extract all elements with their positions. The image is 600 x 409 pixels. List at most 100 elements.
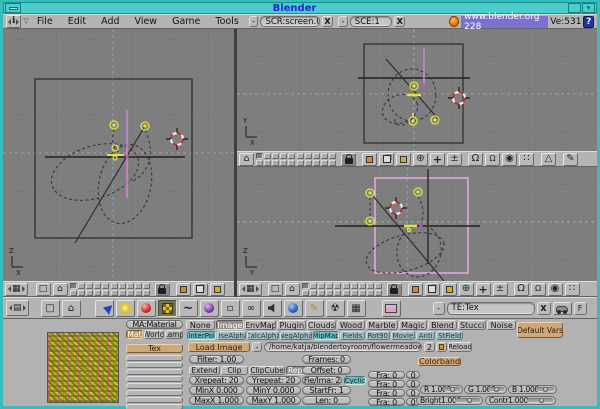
- pivot-mode-button[interactable]: [210, 283, 225, 296]
- draw-type-button[interactable]: [379, 153, 394, 166]
- default-vars-button[interactable]: Default Vars: [517, 322, 563, 338]
- layer-toggle[interactable]: [367, 290, 374, 296]
- type-marble-button[interactable]: Marble: [366, 320, 397, 330]
- opt-rot90-toggle[interactable]: Rot90: [366, 331, 390, 340]
- type-magic-button[interactable]: Magic: [399, 320, 428, 330]
- image-buttons-icon[interactable]: ▦: [347, 300, 366, 317]
- miny-field[interactable]: MinY 0.000: [246, 386, 301, 395]
- screen-delete-button[interactable]: X: [322, 16, 333, 27]
- menu-file[interactable]: File: [37, 16, 53, 27]
- startfr-field[interactable]: StartFr: 1: [302, 386, 351, 395]
- material-buttons-icon[interactable]: [137, 300, 156, 317]
- pack-image-button[interactable]: [436, 342, 447, 352]
- material-name-field[interactable]: MA:Material: [126, 320, 183, 329]
- layer-toggle[interactable]: [359, 283, 366, 289]
- rotate-view-button[interactable]: Ω: [514, 283, 529, 296]
- fullscreen-button[interactable]: □: [41, 300, 60, 317]
- layer-toggle[interactable]: [102, 283, 109, 289]
- sound-buttons-icon[interactable]: [263, 300, 282, 317]
- cyclic-toggle[interactable]: Cyclic: [344, 376, 366, 385]
- layer-toggle[interactable]: [343, 290, 350, 296]
- layer-toggle[interactable]: [310, 290, 317, 296]
- texture-slot[interactable]: [126, 355, 183, 361]
- minx-field[interactable]: MinX 0.000: [189, 386, 244, 395]
- contr-slider[interactable]: Contr1.000: [485, 396, 556, 405]
- layer-toggle[interactable]: [264, 160, 271, 166]
- rotate-view-button[interactable]: Ω: [468, 153, 483, 166]
- global-view-button[interactable]: ⊕: [459, 283, 474, 296]
- layer-toggle[interactable]: [272, 160, 279, 166]
- len-field[interactable]: Len: 0: [302, 396, 351, 405]
- xrepeat-field[interactable]: Xrepeat: 20: [189, 376, 244, 385]
- individual-centers-button[interactable]: ∷: [565, 283, 580, 296]
- opt-usealpha-toggle[interactable]: UseAlpha: [217, 331, 246, 340]
- layer-toggle[interactable]: [302, 290, 309, 296]
- layer-toggle[interactable]: [375, 290, 382, 296]
- texture-delete-button[interactable]: X: [537, 302, 551, 315]
- type-noise-button[interactable]: Noise: [487, 320, 516, 330]
- fra-field-4[interactable]: Fra: 0: [368, 398, 405, 406]
- fra-sta-2[interactable]: 0: [406, 380, 420, 388]
- layer-toggle[interactable]: [313, 160, 320, 166]
- proportional-edit-button[interactable]: △: [541, 153, 556, 166]
- layer-toggle[interactable]: [256, 160, 263, 166]
- texture-buttons-icon[interactable]: [158, 300, 177, 317]
- layer-toggle[interactable]: [127, 290, 134, 296]
- layer-toggle[interactable]: [78, 283, 85, 289]
- scene-buttons-icon[interactable]: [284, 300, 303, 317]
- layer-toggle[interactable]: [329, 160, 336, 166]
- zoom-button[interactable]: ±: [447, 153, 462, 166]
- layer-buttons[interactable]: [256, 153, 295, 166]
- fra-sta-1[interactable]: 0: [406, 371, 420, 379]
- r-slider[interactable]: R 1.000: [420, 385, 463, 394]
- layer-toggle[interactable]: [70, 290, 77, 296]
- draw-type-button[interactable]: [193, 283, 208, 296]
- layer-toggle[interactable]: [297, 153, 304, 159]
- bright-slider[interactable]: Bright1.000: [416, 396, 483, 405]
- layer-toggle[interactable]: [329, 153, 336, 159]
- type-envmap-button[interactable]: EnvMap: [245, 320, 276, 330]
- layer-toggle[interactable]: [78, 290, 85, 296]
- ipo-buttons-icon[interactable]: ~: [179, 300, 198, 317]
- texture-slot[interactable]: [126, 397, 183, 403]
- window-type-3d-button[interactable]: ▦: [5, 283, 28, 296]
- layer-toggle[interactable]: [313, 153, 320, 159]
- layer-buttons-2[interactable]: [297, 153, 336, 166]
- fake-user-button[interactable]: F: [574, 302, 587, 315]
- global-view-button[interactable]: ⊕: [413, 153, 428, 166]
- layer-toggle[interactable]: [143, 290, 150, 296]
- layer-toggle[interactable]: [326, 283, 333, 289]
- pivot-mode-button[interactable]: [442, 283, 457, 296]
- layer-toggle[interactable]: [135, 290, 142, 296]
- layer-toggle[interactable]: [143, 283, 150, 289]
- edit-buttons-icon[interactable]: ▫: [221, 300, 240, 317]
- texture-slot[interactable]: [126, 404, 183, 409]
- offset-field[interactable]: Offset: 0: [302, 366, 351, 375]
- view-buttons-icon[interactable]: [95, 300, 114, 317]
- layer-toggle[interactable]: [351, 283, 358, 289]
- layer-toggle[interactable]: [127, 283, 134, 289]
- radiosity-buttons-icon[interactable]: ☢: [326, 300, 345, 317]
- viewport-top-canvas[interactable]: Y X: [237, 29, 597, 151]
- type-stucci-button[interactable]: Stucci: [458, 320, 487, 330]
- opt-movie-toggle[interactable]: Movie: [391, 331, 415, 340]
- opt-negalpha-toggle[interactable]: NegAlpha: [280, 331, 312, 340]
- texture-slot[interactable]: [126, 390, 183, 396]
- opt-fields-toggle[interactable]: Fields: [340, 331, 364, 340]
- layer-toggle[interactable]: [375, 283, 382, 289]
- layer-toggle[interactable]: [86, 290, 93, 296]
- layer-toggle[interactable]: [305, 153, 312, 159]
- layer-buttons[interactable]: [70, 283, 109, 296]
- viewport-side-canvas[interactable]: Z Y: [237, 167, 597, 281]
- fra-field-3[interactable]: Fra: 0: [368, 389, 405, 397]
- lamp-buttons-icon[interactable]: [116, 300, 135, 317]
- scene-name-field[interactable]: SCE:1: [350, 16, 392, 27]
- lock-layers-button[interactable]: [341, 153, 356, 166]
- home-view-button[interactable]: ⌂: [285, 283, 300, 296]
- layer-toggle[interactable]: [321, 160, 328, 166]
- type-blend-button[interactable]: Blend: [428, 320, 457, 330]
- opt-mipmap-toggle[interactable]: MipMap: [313, 331, 340, 340]
- frames-field[interactable]: Frames: 0: [302, 355, 351, 364]
- menu-tools[interactable]: Tools: [215, 16, 238, 27]
- layer-toggle[interactable]: [280, 160, 287, 166]
